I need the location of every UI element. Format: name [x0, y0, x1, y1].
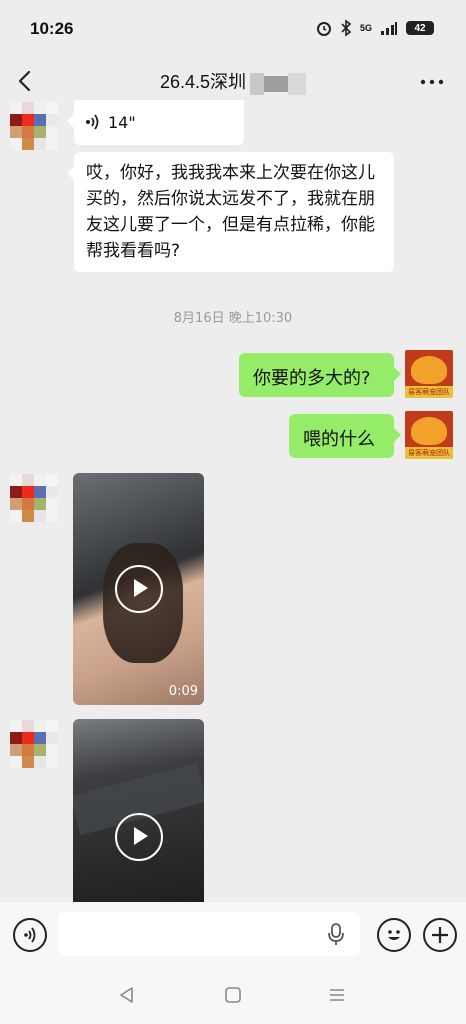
incoming-text-bubble[interactable]: 哎，你好，我我我本来上次要在你这儿买的，然后你说太远发不了，我就在朋友这儿要了一… — [67, 152, 394, 272]
chat-title-wrap: 26.4.5深圳 — [0, 68, 466, 95]
voice-input-button[interactable] — [13, 918, 47, 952]
alarm-icon — [316, 22, 331, 36]
system-nav-bar — [0, 964, 466, 1024]
squirrel-image — [411, 417, 447, 445]
chat-timestamp: 8月16日 晚上10:30 — [173, 311, 293, 326]
contact-avatar[interactable] — [10, 102, 58, 150]
video-message[interactable]: 0:09 — [73, 473, 204, 705]
input-bar — [0, 902, 466, 964]
outgoing-text: 你要的多大的? — [253, 368, 371, 389]
status-time: 10:26 — [30, 19, 74, 38]
redacted-block — [264, 75, 289, 92]
contact-avatar[interactable] — [10, 474, 58, 522]
emoji-button[interactable] — [377, 918, 411, 952]
plus-icon — [432, 927, 448, 943]
nav-menu-icon[interactable] — [328, 986, 346, 1004]
outgoing-text-bubble[interactable]: 你要的多大的? — [239, 353, 401, 397]
video-message[interactable] — [73, 719, 204, 902]
voice-icon — [24, 927, 36, 943]
plus-button[interactable] — [423, 918, 457, 952]
my-avatar-caption: 易客萌宠团队 — [405, 447, 453, 459]
mic-icon[interactable] — [326, 922, 346, 946]
my-avatar[interactable]: 易客萌宠团队 — [405, 350, 453, 398]
outgoing-text: 喂的什么 — [303, 429, 375, 450]
play-icon[interactable] — [115, 565, 163, 613]
contact-avatar[interactable] — [10, 720, 58, 768]
signal-icon — [381, 22, 397, 35]
chat-title: 26.4.5深圳 — [159, 72, 247, 92]
battery-indicator: 42 — [406, 21, 434, 35]
voice-duration: 14" — [108, 113, 136, 132]
outgoing-text-bubble[interactable]: 喂的什么 — [289, 414, 401, 458]
voice-icon — [86, 114, 99, 130]
play-icon[interactable] — [115, 813, 163, 861]
nav-home-icon[interactable] — [224, 986, 242, 1004]
redacted-block — [250, 72, 265, 95]
status-icons: 5G 42 — [316, 20, 434, 36]
my-avatar-caption: 易客萌宠团队 — [405, 386, 453, 398]
emoji-icon — [388, 930, 400, 940]
video-duration: 0:09 — [168, 684, 198, 699]
nav-back-icon[interactable] — [118, 986, 136, 1004]
message-input[interactable] — [58, 912, 360, 956]
network-label: 5G — [359, 23, 372, 33]
more-icon[interactable] — [418, 72, 446, 92]
incoming-text: 哎，你好，我我我本来上次要在你这儿买的，然后你说太远发不了，我就在朋友这儿要了一… — [86, 163, 375, 261]
chat-header: 26.4.5深圳 — [0, 58, 466, 106]
status-bar: 10:26 5G 42 — [0, 0, 466, 58]
squirrel-image — [411, 356, 447, 384]
bluetooth-icon — [341, 20, 352, 36]
my-avatar[interactable]: 易客萌宠团队 — [405, 411, 453, 459]
voice-message-bubble[interactable]: 14" — [67, 100, 244, 145]
redacted-block — [288, 72, 307, 95]
